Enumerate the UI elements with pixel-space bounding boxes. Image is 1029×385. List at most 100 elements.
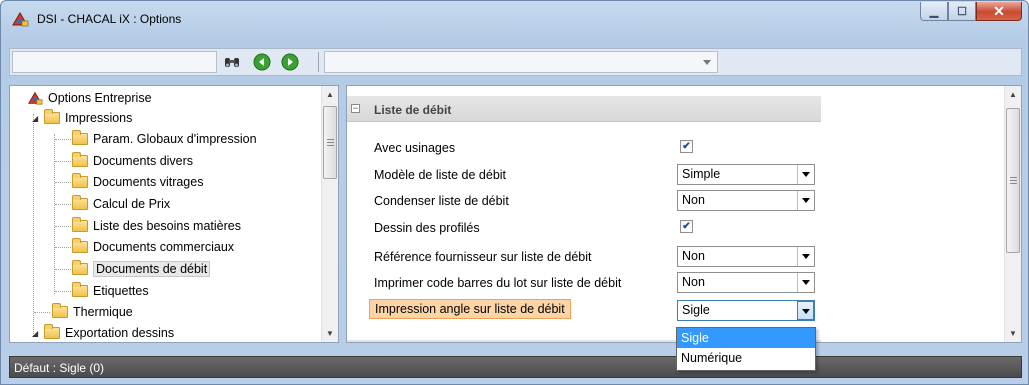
maximize-button[interactable]: ☐ — [948, 2, 976, 21]
impression-angle-value: Sigle — [682, 303, 710, 317]
dropdown-option-sigle[interactable]: Sigle — [677, 328, 815, 348]
toolbar — [9, 48, 1022, 76]
prop-label-dessin-profiles: Dessin des profilés — [374, 221, 480, 235]
folder-open-icon — [44, 109, 60, 124]
folder-open-icon — [44, 324, 60, 339]
title-bar[interactable]: DSI - CHACAL iX : Options ▁ ☐ ✕ — [1, 1, 1028, 37]
tree-item-thermique[interactable]: Thermique — [52, 302, 133, 322]
tree-item-documents-commerciaux[interactable]: Documents commerciaux — [72, 237, 234, 257]
dessin-profiles-checkbox[interactable]: ✔ — [680, 220, 693, 233]
collapse-arrow-icon[interactable]: ◢ — [32, 329, 42, 338]
forward-arrow-icon[interactable] — [281, 53, 299, 71]
tree-item-liste-besoins[interactable]: Liste des besoins matières — [72, 216, 241, 236]
tree-item-label: Calcul de Prix — [93, 197, 171, 211]
tree-item-param-globaux[interactable]: Param. Globaux d'impression — [72, 129, 257, 149]
tree-item-label: Documents commerciaux — [93, 240, 235, 254]
section-header[interactable]: − Liste de débit — [347, 96, 821, 122]
back-arrow-icon[interactable] — [253, 53, 271, 71]
minimize-button[interactable]: ▁ — [920, 2, 948, 21]
tree-guide — [55, 226, 71, 227]
tree-item-label: Exportation dessins — [65, 326, 175, 340]
folder-icon — [72, 173, 88, 188]
tree-item-label: Etiquettes — [93, 284, 149, 298]
close-icon: ✕ — [993, 2, 1005, 19]
tree-guide — [34, 312, 50, 313]
collapse-icon[interactable]: − — [351, 104, 360, 113]
tree-guide — [54, 134, 55, 294]
tree-item-calcul-de-prix[interactable]: Calcul de Prix — [72, 194, 170, 214]
tree-item-label: Documents de débit — [93, 261, 211, 277]
tree-item-documents-divers[interactable]: Documents divers — [72, 151, 193, 171]
close-button[interactable]: ✕ — [976, 2, 1022, 21]
prop-label-code-barres: Imprimer code barres du lot sur liste de… — [374, 276, 622, 290]
status-bar: Défaut : Sigle (0) — [9, 356, 1022, 378]
tree-root-label: Options Entreprise — [48, 91, 152, 105]
options-window: DSI - CHACAL iX : Options ▁ ☐ ✕ Options … — [0, 0, 1029, 385]
condenser-value: Non — [682, 193, 705, 207]
prop-label-avec-usinages: Avec usinages — [374, 141, 456, 155]
tree-item-impressions[interactable]: ◢ Impressions — [32, 108, 132, 128]
scroll-up-icon[interactable]: ▲ — [322, 86, 338, 103]
chevron-down-icon[interactable] — [797, 301, 814, 320]
folder-icon — [72, 238, 88, 253]
minimize-icon: ▁ — [929, 5, 939, 18]
folder-icon — [72, 130, 88, 145]
maximize-icon: ☐ — [957, 5, 967, 18]
property-grid: − Liste de débit Avec usinages ✔ Modèle … — [346, 85, 1022, 343]
tree-guide — [55, 204, 71, 205]
tree-guide — [55, 139, 71, 140]
prop-label-impression-angle: Impression angle sur liste de débit — [369, 299, 571, 319]
tree-item-label: Param. Globaux d'impression — [93, 132, 257, 146]
tree-guide — [55, 291, 71, 292]
folder-open-icon — [72, 260, 88, 275]
code-barres-value: Non — [682, 275, 705, 289]
window-title: DSI - CHACAL iX : Options — [37, 12, 182, 26]
impression-angle-select[interactable]: Sigle — [677, 300, 815, 321]
reference-fournisseur-value: Non — [682, 249, 705, 263]
tree-guide — [55, 269, 71, 270]
tree-guide — [33, 114, 34, 336]
modele-select[interactable]: Simple — [677, 164, 815, 185]
tree-item-label: Liste des besoins matières — [93, 219, 241, 233]
scroll-down-icon[interactable]: ▼ — [322, 325, 338, 342]
code-barres-select[interactable]: Non — [677, 272, 815, 293]
scroll-thumb[interactable] — [323, 106, 337, 179]
toolbar-combo[interactable] — [324, 51, 718, 73]
chevron-down-icon[interactable] — [797, 165, 814, 184]
tree-item-label: Documents vitrages — [93, 175, 204, 189]
app-logo-icon — [12, 12, 29, 27]
collapse-arrow-icon[interactable]: ◢ — [32, 114, 42, 123]
tree-root[interactable]: Options Entreprise — [26, 88, 152, 108]
scroll-down-icon[interactable]: ▼ — [1005, 325, 1021, 342]
modele-value: Simple — [682, 167, 721, 181]
company-icon — [28, 91, 43, 105]
toolbar-separator — [318, 52, 319, 72]
tree-item-label: Documents divers — [93, 154, 194, 168]
tree-scrollbar[interactable]: ▲ ▼ — [321, 86, 338, 342]
tree-item-exportation-dessins[interactable]: ◢ Exportation dessins — [32, 323, 175, 342]
properties-scrollbar[interactable]: ▲ ▼ — [1004, 86, 1021, 342]
reference-fournisseur-select[interactable]: Non — [677, 246, 815, 267]
prop-label-reference-fournisseur: Référence fournisseur sur liste de débit — [374, 250, 592, 264]
window-controls: ▁ ☐ ✕ — [920, 2, 1022, 21]
chevron-down-icon[interactable] — [797, 273, 814, 292]
condenser-select[interactable]: Non — [677, 190, 815, 211]
options-tree: Options Entreprise ◢ Impressions Param. … — [9, 85, 339, 343]
chevron-down-icon[interactable] — [797, 191, 814, 210]
scroll-thumb[interactable] — [1006, 108, 1020, 253]
search-input[interactable] — [12, 51, 217, 73]
scroll-up-icon[interactable]: ▲ — [1005, 86, 1021, 103]
tree-item-etiquettes[interactable]: Etiquettes — [72, 281, 149, 301]
impression-angle-dropdown[interactable]: Sigle Numérique — [676, 327, 816, 371]
chevron-down-icon[interactable] — [797, 247, 814, 266]
folder-icon — [72, 217, 88, 232]
status-text: Défaut : Sigle (0) — [14, 361, 105, 375]
chevron-down-icon — [703, 60, 711, 65]
avec-usinages-checkbox[interactable]: ✔ — [680, 140, 693, 153]
tree-item-documents-de-debit[interactable]: Documents de débit — [72, 259, 211, 279]
dropdown-option-numerique[interactable]: Numérique — [677, 348, 815, 368]
folder-icon — [72, 282, 88, 297]
tree-item-label: Thermique — [73, 305, 133, 319]
binoculars-icon[interactable] — [223, 53, 241, 71]
tree-item-documents-vitrages[interactable]: Documents vitrages — [72, 172, 203, 192]
